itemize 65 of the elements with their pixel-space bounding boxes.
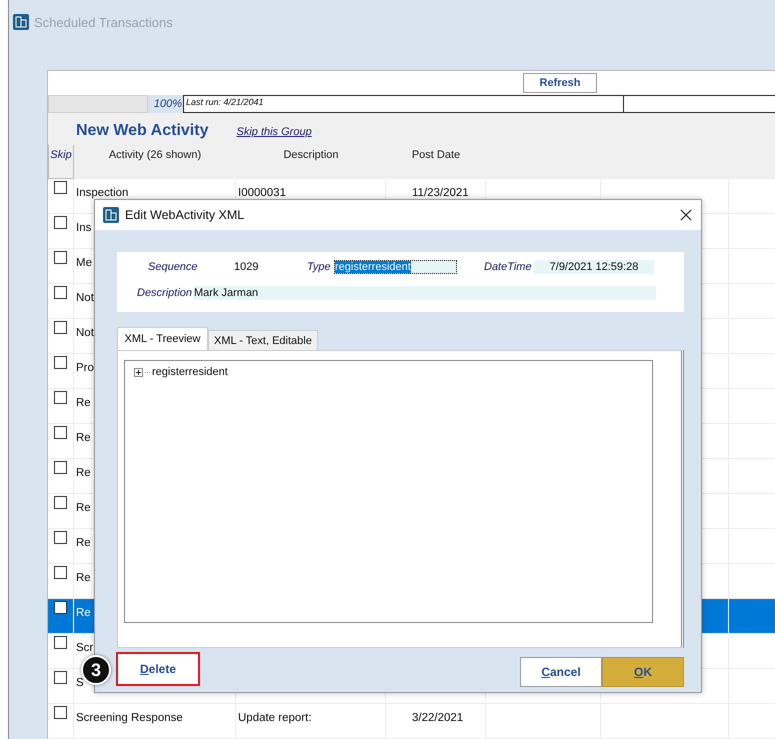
table-cell: Not — [76, 327, 94, 339]
checkbox[interactable] — [54, 601, 67, 614]
table-cell: Screening Response — [76, 712, 183, 724]
app-icon — [13, 14, 29, 30]
last-run-text: Last run: 4/21/2041 — [183, 95, 624, 113]
progress-label: 100% — [148, 95, 183, 113]
checkbox[interactable] — [54, 356, 67, 369]
checkbox[interactable] — [54, 496, 67, 509]
ok-button[interactable]: OK — [602, 657, 684, 687]
table-cell: I0000031 — [238, 187, 286, 199]
table-cell: Re — [76, 572, 91, 584]
table-cell: Not — [76, 292, 94, 304]
table-cell: Re — [76, 502, 91, 514]
refresh-button[interactable]: Refresh — [523, 73, 597, 93]
checkbox[interactable] — [54, 251, 67, 264]
window-title: Scheduled Transactions — [34, 14, 173, 30]
skip-group-link[interactable]: Skip this Group — [236, 126, 312, 138]
column-header: Activity (26 shown) — [108, 148, 202, 163]
description-field[interactable]: Mark Jarman — [194, 286, 656, 300]
checkbox[interactable] — [54, 671, 67, 684]
checkbox[interactable] — [54, 286, 67, 299]
table-cell: Ins — [76, 222, 92, 234]
field-label: Type — [307, 261, 332, 273]
tab[interactable]: XML - Text, Editable — [208, 330, 318, 350]
checkbox[interactable] — [54, 216, 67, 229]
checkbox[interactable] — [54, 426, 67, 439]
checkbox[interactable] — [54, 531, 67, 544]
table-cell: S — [76, 677, 84, 689]
datetime-field[interactable]: 7/9/2021 12:59:28 — [534, 260, 654, 274]
table-cell: Re — [76, 467, 91, 479]
checkbox[interactable] — [54, 391, 67, 404]
checkbox[interactable] — [54, 706, 67, 719]
table-cell: Re — [76, 397, 91, 409]
table-cell: Me — [76, 257, 92, 269]
sequence-value: 1029 — [234, 261, 260, 273]
table-cell: Re — [76, 607, 91, 619]
column-header: Description — [282, 148, 340, 163]
group-title: New Web Activity — [76, 122, 208, 140]
table-cell: Re — [76, 537, 91, 549]
checkbox[interactable] — [54, 566, 67, 579]
table-cell: Scr — [76, 642, 94, 654]
checkbox[interactable] — [54, 181, 67, 194]
checkbox[interactable] — [54, 636, 67, 649]
table-cell: Re — [76, 432, 91, 444]
table-cell-text: 3/22/2021 — [411, 712, 464, 724]
cancel-button[interactable]: Cancel — [520, 657, 602, 687]
tree-node[interactable]: registerresident — [152, 366, 228, 378]
table-row[interactable]: Screening Response Update report: 3/22/2021 — [48, 704, 775, 739]
checkbox[interactable] — [54, 461, 67, 474]
close-icon[interactable] — [680, 209, 692, 221]
type-field[interactable]: registerresident — [334, 260, 457, 274]
field-label: Description — [137, 287, 194, 299]
table-cell-text: 11/23/2021 — [411, 187, 469, 199]
app-icon — [103, 207, 119, 223]
tab[interactable]: XML - Treeview — [117, 327, 208, 350]
table-cell: Update report: — [238, 712, 312, 724]
field-label: Sequence — [148, 261, 199, 273]
column-header: Post Date — [410, 148, 462, 163]
delete-button[interactable]: Delete — [116, 652, 200, 686]
column-header: Skip — [48, 145, 74, 179]
field-label: DateTime — [484, 261, 533, 273]
table-cell: Inspection — [76, 187, 128, 199]
checkbox[interactable] — [54, 321, 67, 334]
expand-icon[interactable] — [134, 368, 143, 376]
table-cell: Pro — [76, 362, 94, 374]
